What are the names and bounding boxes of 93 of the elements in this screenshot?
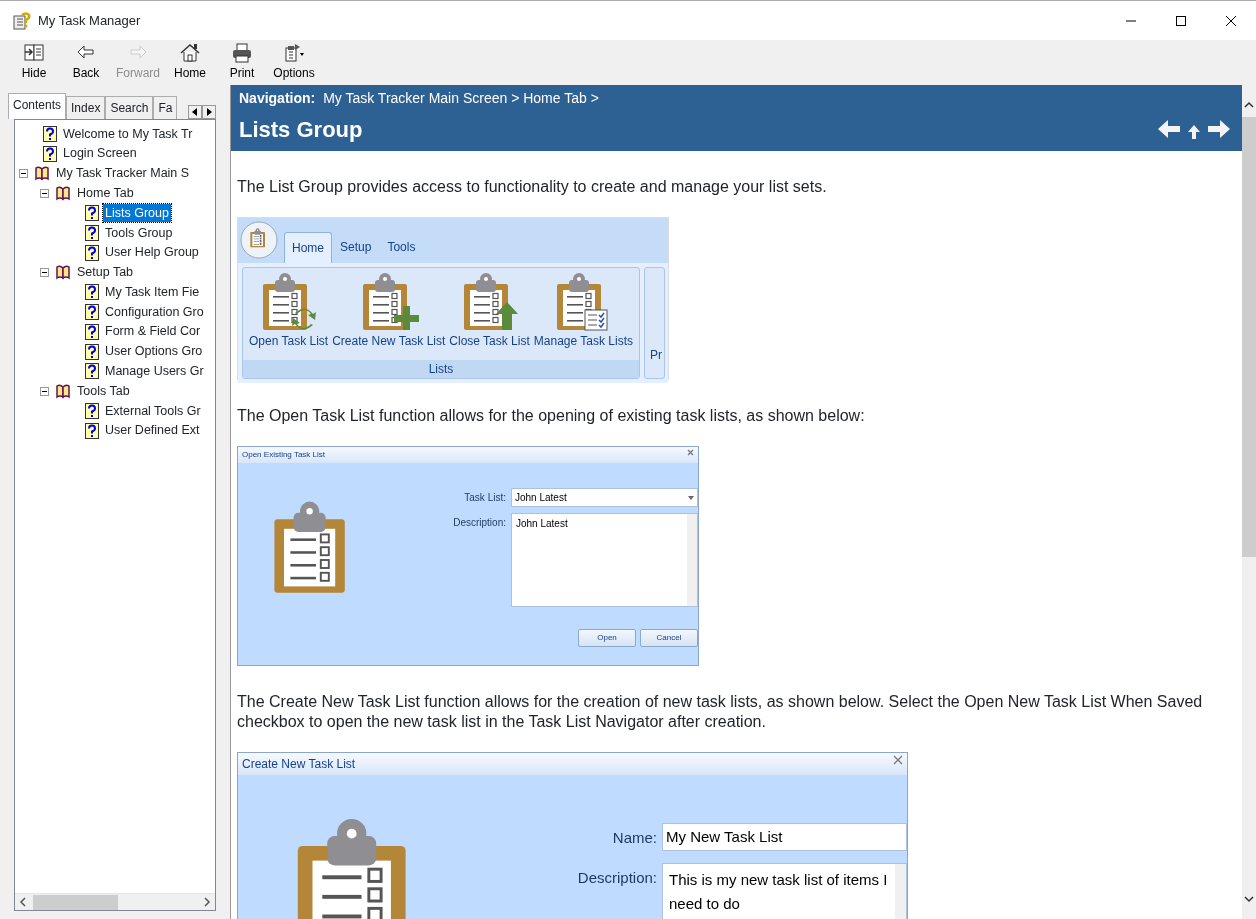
home-icon: [179, 42, 201, 64]
help-page-icon: [85, 343, 99, 360]
app-menu-icon[interactable]: [240, 221, 278, 259]
horizontal-scrollbar[interactable]: [15, 893, 215, 910]
dialog-title: Create New Task List: [242, 756, 356, 773]
help-page-icon: [85, 244, 99, 261]
book-icon: [55, 264, 71, 281]
hide-pane-icon: [23, 42, 45, 64]
field-label: Description:: [576, 868, 657, 888]
text-input[interactable]: My New Task List: [662, 823, 907, 851]
scroll-up-icon[interactable]: [1244, 101, 1254, 109]
collapse-toggle-icon[interactable]: [40, 267, 49, 277]
tree-item[interactable]: Setup Tab: [75, 263, 136, 282]
tab-scroll-left-icon[interactable]: [188, 105, 202, 119]
ribbon-button[interactable]: Close Task List: [447, 272, 532, 360]
help-page-icon: [43, 125, 57, 142]
book-icon: [55, 185, 71, 202]
tree-item[interactable]: Tools Tab: [75, 381, 132, 401]
tree-item[interactable]: User Defined Ext: [103, 421, 202, 441]
tree-item[interactable]: Form & Field Cor: [103, 322, 203, 342]
breadcrumb-link[interactable]: My Task Tracker Main Screen > Home Tab >: [323, 90, 599, 106]
ribbon-button[interactable]: Open Task List: [247, 272, 331, 360]
ribbon-tab[interactable]: Setup: [332, 231, 380, 263]
tree-item[interactable]: Login Screen: [61, 144, 139, 164]
options-icon: [283, 42, 305, 64]
paragraph: The Create New Task List function allows for the creation of new task lists, as shown below. Select the Open New Task List When Saved checkbox to open the new task list in the Task List Navigator after creation.: [237, 692, 1204, 732]
ribbon-group-label: Lists: [243, 360, 639, 378]
scroll-right-icon[interactable]: [203, 897, 211, 907]
help-page-icon: [85, 323, 99, 340]
collapse-toggle-icon[interactable]: [19, 169, 28, 178]
collapse-toggle-icon[interactable]: [40, 386, 49, 396]
scroll-left-icon[interactable]: [19, 897, 27, 907]
help-app-icon: [12, 10, 32, 31]
dropdown-arrow-icon: [688, 495, 694, 500]
maximize-icon[interactable]: [1175, 14, 1187, 27]
help-page-icon: [85, 422, 99, 439]
text-area[interactable]: This is my new task list of items I need to do: [662, 863, 907, 919]
window-title: My Task Manager: [38, 11, 142, 30]
field-label: Description:: [452, 516, 506, 530]
dialog-button[interactable]: Cancel: [640, 629, 698, 647]
pane-tab[interactable]: Index: [66, 96, 106, 119]
dialog-title: Open Existing Task List: [242, 449, 325, 461]
field-label: Task List:: [463, 491, 506, 505]
next-topic-icon[interactable]: [1206, 118, 1232, 140]
paragraph: The Open Task List function allows for the opening of existing task lists, as shown below:: [237, 406, 866, 426]
scroll-down-icon[interactable]: [1244, 895, 1254, 903]
help-page-icon: [43, 145, 57, 162]
pane-tab[interactable]: Contents: [8, 93, 67, 119]
up-topic-icon[interactable]: [1186, 124, 1202, 140]
pane-tab[interactable]: Search: [105, 96, 154, 119]
toolbar-button[interactable]: Hide: [8, 40, 60, 85]
close-icon[interactable]: [1225, 14, 1237, 27]
tab-scroll-right-icon[interactable]: [202, 105, 216, 119]
tree-item[interactable]: Lists Group: [103, 203, 171, 223]
ribbon-button[interactable]: Create New Task List: [330, 272, 448, 360]
tree-item[interactable]: My Task Item Fie: [103, 282, 202, 302]
help-page-icon: [85, 205, 99, 222]
tree-item[interactable]: User Help Group: [103, 243, 201, 263]
toolbar-button[interactable]: Back: [60, 40, 112, 85]
previous-topic-icon[interactable]: [1156, 118, 1182, 140]
toolbar-button[interactable]: Options: [268, 40, 320, 85]
help-page-icon: [85, 284, 99, 301]
tree-item[interactable]: Configuration Gro: [103, 302, 206, 322]
tree-item[interactable]: Welcome to My Task Tr: [61, 124, 195, 144]
toolbar-button[interactable]: Print: [216, 40, 268, 85]
paragraph: The List Group provides access to functionality to create and manage your list sets.: [237, 177, 828, 197]
tree-item[interactable]: External Tools Gr: [103, 401, 203, 421]
tree-item[interactable]: Tools Group: [103, 223, 175, 243]
vertical-scrollbar[interactable]: [1242, 85, 1256, 919]
ribbon-tab[interactable]: Home: [284, 232, 332, 263]
book-icon: [55, 383, 71, 400]
help-page-icon: [85, 304, 99, 321]
help-page-icon: [85, 403, 99, 420]
dropdown[interactable]: John Latest: [511, 488, 698, 507]
book-icon: [34, 165, 50, 182]
toolbar-button[interactable]: Home: [164, 40, 216, 85]
tree-item[interactable]: Manage Users Gr: [103, 362, 206, 381]
printer-icon: [231, 42, 253, 64]
page-title: Lists Group: [239, 116, 364, 144]
ribbon-tab[interactable]: Tools: [379, 231, 424, 263]
dialog-button[interactable]: Open: [578, 629, 636, 647]
tree-item[interactable]: My Task Tracker Main S: [54, 164, 192, 183]
tree-item[interactable]: Home Tab: [75, 183, 136, 203]
nav-label: Navigation:: [239, 90, 316, 106]
tree-item[interactable]: User Options Gro: [103, 342, 205, 362]
pane-tab[interactable]: Fa: [153, 96, 178, 119]
help-page-icon: [85, 224, 99, 241]
help-page-icon: [85, 363, 99, 380]
text-area[interactable]: John Latest: [511, 513, 698, 607]
ribbon-button[interactable]: Pr: [644, 346, 664, 364]
ribbon-button[interactable]: Manage Task Lists: [531, 272, 635, 360]
field-label: Name:: [611, 828, 657, 848]
collapse-toggle-icon[interactable]: [40, 188, 49, 198]
